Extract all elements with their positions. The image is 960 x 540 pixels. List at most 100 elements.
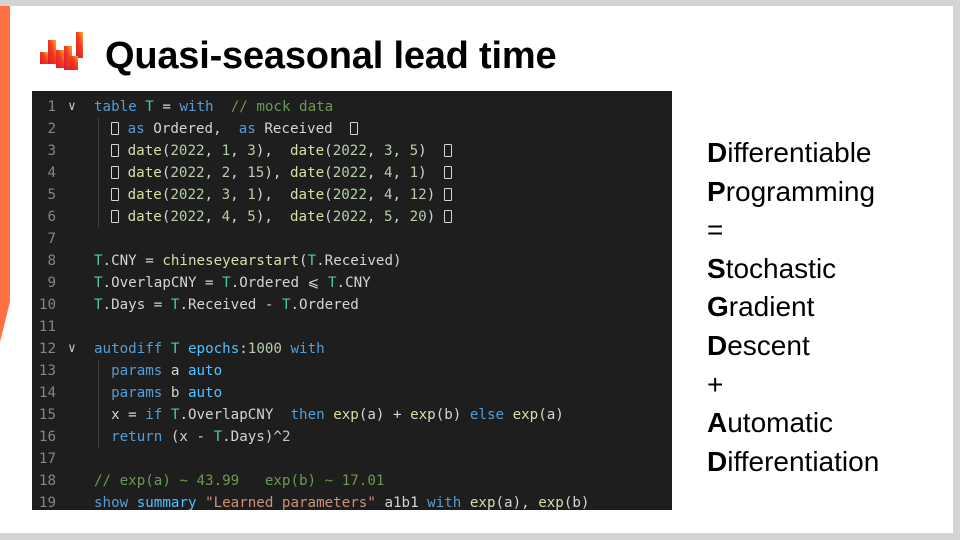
code-token: , — [204, 143, 222, 159]
initial-letter: D — [707, 329, 728, 361]
code-token: date — [127, 165, 162, 181]
code-line[interactable]: 15 x = if T.OverlapCNY then exp(a) + exp… — [32, 404, 672, 426]
code-line[interactable]: 12 ∨ autodiff T epochs:1000 with — [32, 338, 672, 360]
code-line[interactable]: 17 — [32, 448, 672, 470]
code-token: , — [366, 143, 384, 159]
code-token: .Received) — [316, 253, 402, 269]
code-token: 2022 — [332, 187, 367, 203]
code-token: T — [145, 99, 154, 115]
code-line[interactable]: 1 ∨ table T = with // mock data — [32, 96, 672, 118]
code-token: a — [162, 363, 188, 379]
code-line[interactable]: 2 as Ordered, as Received — [32, 118, 672, 140]
fold-chevron-icon[interactable]: ∨ — [68, 338, 76, 360]
code-line[interactable]: 6 date(2022, 4, 5), date(2022, 5, 20) — [32, 206, 672, 228]
line-number: 14 — [38, 385, 56, 401]
word-rest: tochastic — [725, 252, 837, 284]
code-token: 5 — [247, 209, 256, 225]
initial-letter: D — [707, 445, 728, 477]
line-number: 12 — [38, 341, 56, 357]
code-token: params — [111, 363, 163, 379]
definition-line: Stochastic — [707, 250, 879, 289]
word-rest: utomatic — [727, 407, 834, 439]
code-token: 2022 — [332, 143, 367, 159]
line-number: 3 — [47, 143, 56, 159]
line-number: 15 — [38, 407, 56, 423]
line-number: 1 — [47, 99, 56, 115]
unicode-box-icon — [443, 166, 452, 179]
unicode-box-icon — [349, 122, 358, 135]
indent-guide — [98, 118, 99, 228]
code-token: 2 — [221, 165, 231, 181]
code-token: ) — [418, 143, 444, 159]
code-token: auto — [187, 363, 223, 379]
accent-bar — [0, 6, 10, 342]
code-token: T — [222, 275, 231, 291]
initial-letter: A — [707, 407, 728, 439]
code-token: (a) + — [358, 407, 411, 423]
code-token: "Learned parameters" — [205, 495, 376, 511]
fold-chevron-icon[interactable]: ∨ — [68, 96, 76, 118]
code-line[interactable]: 18 // exp(a) ~ 43.99 exp(b) ~ 17.01 — [32, 470, 672, 492]
code-line[interactable]: 4 date(2022, 2, 15), date(2022, 4, 1) — [32, 162, 672, 184]
code-token: ), — [255, 143, 290, 159]
code-token: show — [94, 495, 129, 511]
initial-letter: S — [707, 252, 726, 284]
code-token: 2022 — [170, 209, 205, 225]
code-text: autodiff T epochs:1000 with — [94, 338, 325, 360]
code-token: ( — [324, 165, 333, 181]
code-token: , — [366, 209, 384, 225]
code-line[interactable]: 19 show summary "Learned parameters" a1b1… — [32, 492, 672, 514]
word-rest: ifferentiation — [727, 445, 880, 477]
unicode-box-icon — [443, 144, 452, 157]
code-token: else — [469, 407, 505, 423]
code-token: 2022 — [170, 165, 205, 181]
code-token: auto — [187, 385, 223, 401]
code-token: , — [366, 165, 384, 181]
code-line[interactable]: 14 params b auto — [32, 382, 672, 404]
word-rest: = — [707, 214, 724, 246]
code-line[interactable]: 13 params a auto — [32, 360, 672, 382]
code-editor: 1 ∨ table T = with // mock data 2 as Ordere… — [32, 91, 672, 511]
code-token: T — [94, 275, 103, 291]
code-line[interactable]: 9 T.OverlapCNY = T.Ordered ⩽ T.CNY — [32, 272, 672, 294]
code-token: , — [392, 209, 410, 225]
line-number: 10 — [38, 297, 56, 313]
code-token: 1 — [221, 143, 231, 159]
code-line[interactable]: 10 T.Days = T.Received - T.Ordered — [32, 294, 672, 316]
code-token: with — [179, 99, 214, 115]
code-line[interactable]: 3 date(2022, 1, 3), date(2022, 3, 5) — [32, 140, 672, 162]
code-line[interactable]: 11 — [32, 316, 672, 338]
code-token: 4 — [383, 187, 393, 203]
code-token: 1 — [247, 187, 256, 203]
code-token: 4 — [221, 209, 231, 225]
code-token: ) — [426, 187, 444, 203]
code-text: // exp(a) ~ 43.99 exp(b) ~ 17.01 — [94, 470, 384, 492]
code-line[interactable]: 7 — [32, 228, 672, 250]
line-number: 17 — [38, 451, 56, 467]
initial-letter: D — [707, 137, 728, 168]
code-line[interactable]: 8 T.CNY = chineseyearstart(T.Received) — [32, 250, 672, 272]
code-token: summary — [136, 495, 197, 511]
line-number: 4 — [47, 165, 56, 181]
unicode-box-icon — [111, 166, 120, 179]
code-token: , — [230, 165, 248, 181]
code-token: params — [111, 385, 163, 401]
code-line[interactable]: 16 return (x - T.Days)^2 — [32, 426, 672, 448]
code-token: exp — [512, 407, 539, 423]
code-token: as — [127, 121, 145, 137]
definition-line: Gradient — [707, 288, 879, 327]
line-number: 11 — [38, 319, 56, 335]
code-line[interactable]: 5 date(2022, 3, 1), date(2022, 4, 12) — [32, 184, 672, 206]
code-token: (a), — [495, 495, 539, 511]
code-token: (b) — [563, 495, 590, 511]
code-token: date — [127, 143, 162, 159]
code-text: date(2022, 1, 3), date(2022, 3, 5) — [94, 140, 452, 162]
code-token: ), — [255, 209, 290, 225]
